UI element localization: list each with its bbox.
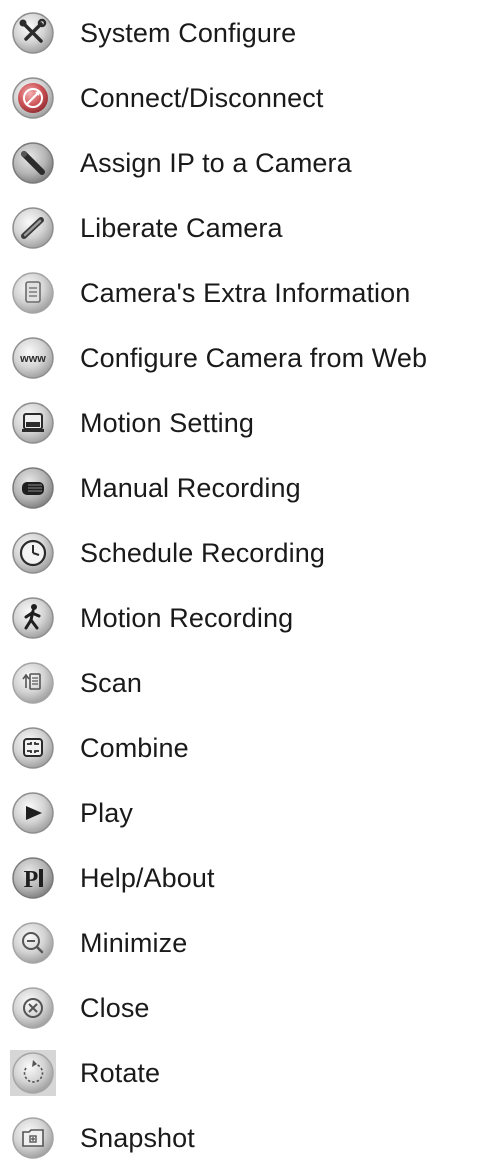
legend-row-help-about: P Help/About [0, 853, 492, 903]
legend-row-liberate-camera: Liberate Camera [0, 203, 492, 253]
legend-label: Play [80, 798, 133, 828]
legend-row-rotate: Rotate [0, 1048, 492, 1098]
legend-row-close: Close [0, 983, 492, 1033]
monitor-icon[interactable] [10, 400, 56, 446]
legend-label: Manual Recording [80, 473, 301, 503]
legend-row-motion-recording: Motion Recording [0, 593, 492, 643]
legend-label: Schedule Recording [80, 538, 325, 568]
scan-icon[interactable] [10, 660, 56, 706]
combine-icon[interactable] [10, 725, 56, 771]
legend-label: Motion Recording [80, 603, 294, 633]
legend-row-extra-information: Camera's Extra Information [0, 268, 492, 318]
legend-row-schedule-recording: Schedule Recording [0, 528, 492, 578]
legend-label: Help/About [80, 863, 215, 893]
legend-row-play: Play [0, 788, 492, 838]
legend-row-minimize: Minimize [0, 918, 492, 968]
legend-row-assign-ip: Assign IP to a Camera [0, 138, 492, 188]
help-icon[interactable]: P [10, 855, 56, 901]
legend-label: Scan [80, 668, 142, 698]
liberate-icon[interactable] [10, 205, 56, 251]
tools-icon[interactable] [10, 10, 56, 56]
minimize-icon[interactable] [10, 920, 56, 966]
legend-row-snapshot: Snapshot [0, 1113, 492, 1163]
legend-label: System Configure [80, 18, 297, 48]
legend-label: Snapshot [80, 1123, 195, 1153]
connect-icon[interactable] [10, 75, 56, 121]
legend-label: Motion Setting [80, 408, 254, 438]
assign-ip-icon[interactable] [10, 140, 56, 186]
legend-label: Combine [80, 733, 189, 763]
clock-icon[interactable] [10, 530, 56, 576]
legend-label: Configure Camera from Web [80, 343, 428, 373]
legend-row-manual-recording: Manual Recording [0, 463, 492, 513]
document-icon[interactable] [10, 270, 56, 316]
icon-legend: System Configure Connect/Disconnect Assi… [0, 0, 492, 1176]
walking-man-icon[interactable] [10, 595, 56, 641]
legend-row-combine: Combine [0, 723, 492, 773]
snapshot-icon[interactable] [10, 1115, 56, 1161]
legend-row-configure-web: www Configure Camera from Web [0, 333, 492, 383]
legend-label: Assign IP to a Camera [80, 148, 352, 178]
recorder-icon[interactable] [10, 465, 56, 511]
play-icon[interactable] [10, 790, 56, 836]
legend-label: Connect/Disconnect [80, 83, 324, 113]
help-icon-text: P [24, 867, 39, 893]
rotate-icon[interactable] [10, 1050, 56, 1096]
legend-label: Close [80, 993, 150, 1023]
legend-label: Rotate [80, 1058, 161, 1088]
legend-label: Camera's Extra Information [80, 278, 411, 308]
web-icon-text: www [19, 353, 46, 365]
legend-row-scan: Scan [0, 658, 492, 708]
legend-row-system-configure: System Configure [0, 8, 492, 58]
legend-row-connect-disconnect: Connect/Disconnect [0, 73, 492, 123]
close-icon[interactable] [10, 985, 56, 1031]
legend-label: Minimize [80, 928, 188, 958]
web-icon[interactable]: www [10, 335, 56, 381]
legend-row-motion-setting: Motion Setting [0, 398, 492, 448]
legend-label: Liberate Camera [80, 213, 283, 243]
